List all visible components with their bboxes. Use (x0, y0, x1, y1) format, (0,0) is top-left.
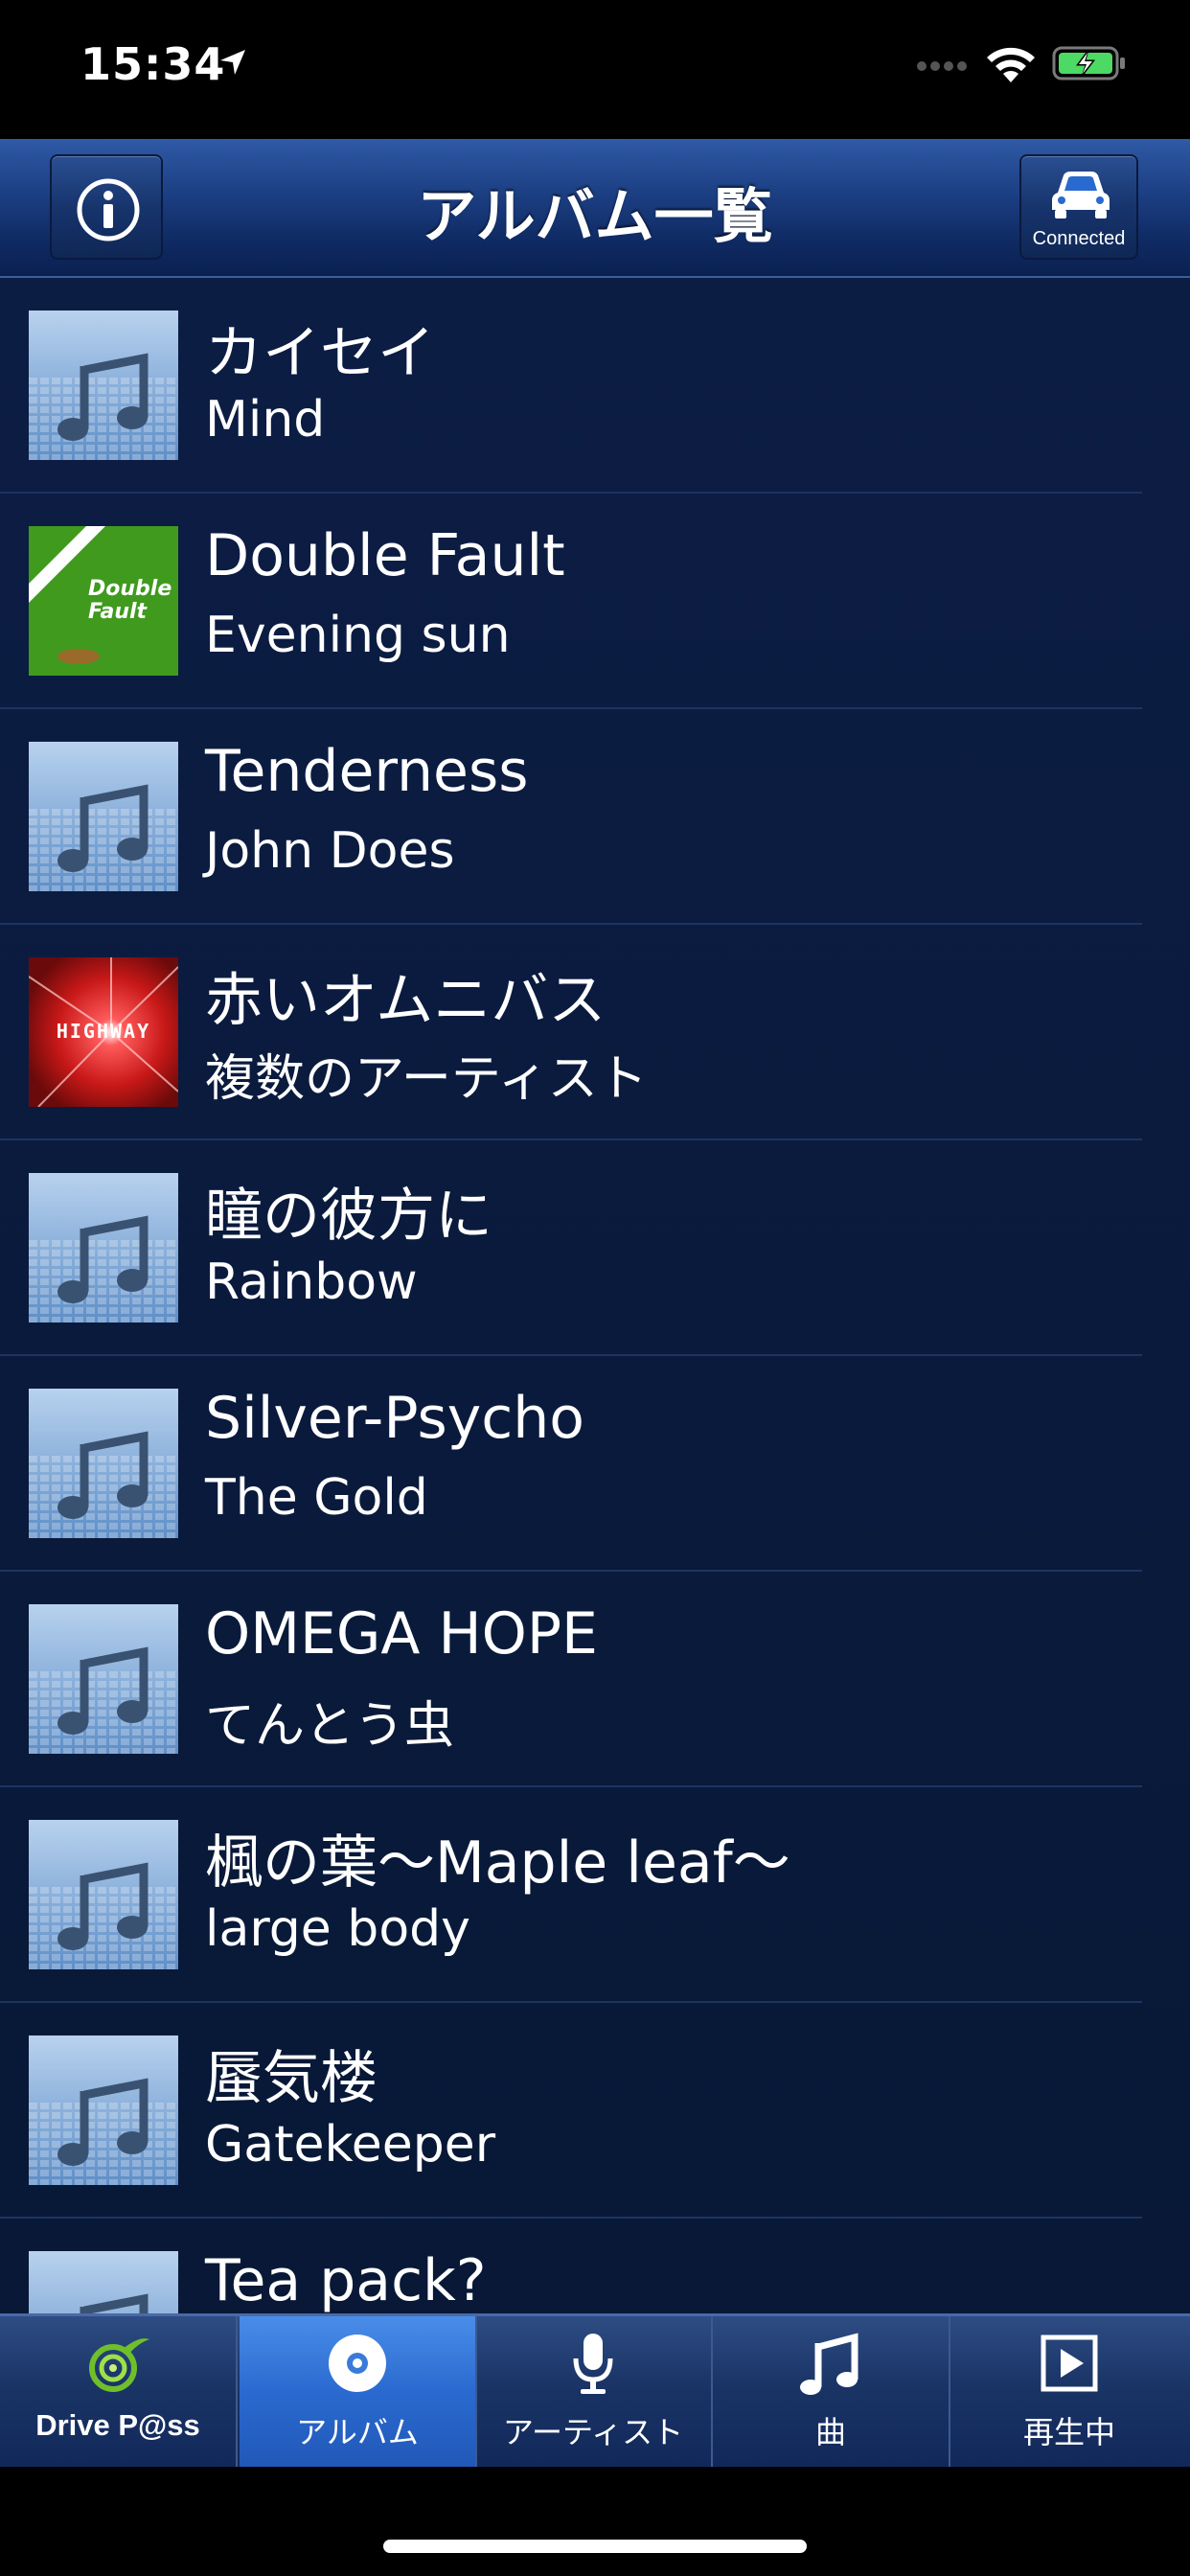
list-item[interactable]: カイセイ Mind (0, 278, 1190, 494)
disc-icon (329, 2334, 386, 2392)
tab-drivepass[interactable]: Drive P@ss (0, 2316, 238, 2467)
album-title: Tea pack? (205, 2247, 487, 2313)
cellular-signal-icon (917, 61, 967, 71)
music-note-art-icon (29, 1173, 178, 1322)
album-art (29, 2251, 178, 2313)
album-artist: large body (205, 1900, 470, 1958)
svg-text:Double: Double (88, 577, 172, 601)
tab-label: 曲 (814, 2414, 846, 2450)
tab-now-playing[interactable]: 再生中 (950, 2316, 1188, 2467)
tab-label: Drive P@ss (35, 2408, 200, 2442)
car-icon (1052, 172, 1110, 218)
home-indicator[interactable] (383, 2540, 807, 2553)
double-fault-art-icon: Double Fault (29, 526, 178, 676)
microphone-icon (573, 2334, 613, 2394)
tab-label: アルバム (296, 2414, 419, 2450)
music-note-art-icon (29, 1389, 178, 1538)
tab-artist[interactable]: アーティスト (475, 2316, 713, 2467)
album-art (29, 1173, 178, 1322)
album-artist: Mind (205, 391, 326, 448)
connection-button[interactable]: Connected (1019, 154, 1138, 260)
album-art: Double Fault (29, 526, 178, 676)
album-artist: てんとう虫 (205, 1697, 455, 1755)
album-artist: 複数のアーティスト (205, 1050, 648, 1108)
connected-label: Connected (1032, 228, 1126, 249)
tab-label: アーティスト (502, 2414, 684, 2450)
tab-label: 再生中 (1022, 2414, 1115, 2450)
album-title: 楓の葉～Maple leaf～ (205, 1829, 790, 1897)
album-list[interactable]: カイセイ Mind Double Fault Double Fault Even… (0, 278, 1190, 2313)
music-note-art-icon (29, 742, 178, 891)
list-item[interactable]: Double Fault Double Fault Evening sun (0, 494, 1190, 709)
album-title: Tenderness (205, 738, 529, 805)
album-title: 蜃気楼 (205, 2045, 378, 2112)
album-artist: John Does (205, 822, 455, 880)
album-artist: Gatekeeper (205, 2116, 496, 2174)
list-item[interactable]: Tea pack? (0, 2219, 1190, 2313)
album-art (29, 1389, 178, 1538)
album-art (29, 310, 178, 460)
music-note-art-icon (29, 310, 178, 460)
album-title: 赤いオムニバス (205, 967, 606, 1034)
location-arrow-icon (220, 50, 245, 75)
album-art (29, 2036, 178, 2185)
album-title: Double Fault (205, 522, 565, 589)
music-note-art-icon (29, 1820, 178, 1969)
home-indicator-area (0, 2467, 1190, 2576)
tab-bar: Drive P@ss アルバム アーティスト 曲 再生中 (0, 2313, 1190, 2467)
music-note-art-icon (29, 1604, 178, 1754)
album-art: HIGHWAY (29, 957, 178, 1107)
status-time: 15:34 (80, 38, 226, 90)
wifi-icon (987, 47, 1035, 82)
list-item[interactable]: HIGHWAY 赤いオムニバス 複数のアーティスト (0, 925, 1190, 1140)
play-icon (1041, 2334, 1098, 2392)
list-item[interactable]: 瞳の彼方に Rainbow (0, 1140, 1190, 1356)
album-title: カイセイ (205, 320, 435, 387)
album-title: 瞳の彼方に (205, 1183, 492, 1250)
album-art (29, 742, 178, 891)
status-bar: 15:34 (0, 0, 1190, 139)
album-title: Silver-Psycho (205, 1385, 584, 1452)
svg-text:HIGHWAY: HIGHWAY (57, 1020, 150, 1043)
page-title: アルバム一覧 (417, 181, 773, 251)
list-item[interactable]: Silver-Psycho The Gold (0, 1356, 1190, 1572)
list-item[interactable]: OMEGA HOPE てんとう虫 (0, 1572, 1190, 1787)
album-art (29, 1604, 178, 1754)
battery-charging-icon (1052, 46, 1125, 80)
music-note-icon (800, 2333, 858, 2395)
album-artist: Evening sun (205, 607, 511, 664)
tab-songs[interactable]: 曲 (713, 2316, 950, 2467)
music-note-art-icon (29, 2251, 178, 2313)
nav-bar: アルバム一覧 Connected (0, 139, 1190, 278)
album-artist: Rainbow (205, 1254, 418, 1311)
album-title: OMEGA HOPE (205, 1600, 598, 1668)
music-note-art-icon (29, 2036, 178, 2185)
list-item[interactable]: 楓の葉～Maple leaf～ large body (0, 1787, 1190, 2003)
list-item[interactable]: 蜃気楼 Gatekeeper (0, 2003, 1190, 2219)
svg-text:Fault: Fault (88, 600, 149, 624)
tab-album[interactable]: アルバム (240, 2316, 477, 2467)
album-artist: The Gold (205, 1469, 428, 1527)
drivepass-logo-icon (89, 2338, 149, 2392)
list-item[interactable]: Tenderness John Does (0, 709, 1190, 925)
album-art (29, 1820, 178, 1969)
highway-art-icon: HIGHWAY (29, 957, 178, 1107)
